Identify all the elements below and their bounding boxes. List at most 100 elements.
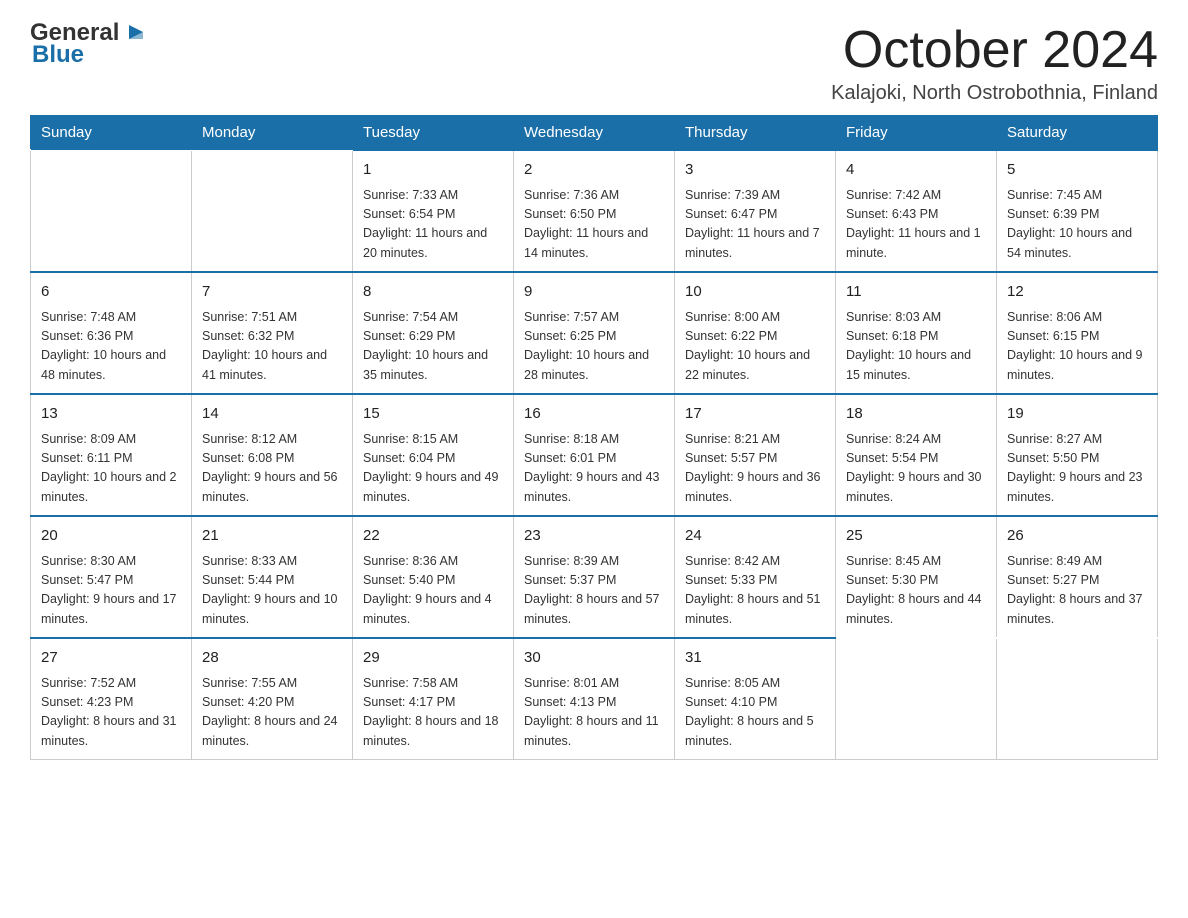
calendar-cell (997, 638, 1158, 760)
day-info: Sunrise: 8:05 AMSunset: 4:10 PMDaylight:… (685, 674, 825, 752)
day-info: Sunrise: 7:55 AMSunset: 4:20 PMDaylight:… (202, 674, 342, 752)
calendar-cell: 15 Sunrise: 8:15 AMSunset: 6:04 PMDayligh… (353, 394, 514, 516)
calendar-cell: 26Sunrise: 8:49 AMSunset: 5:27 PMDayligh… (997, 516, 1158, 638)
page-header: General Blue October 2024 Kalajoki, Nort… (30, 20, 1158, 105)
calendar-cell: 10 Sunrise: 8:00 AMSunset: 6:22 PMDayligh… (675, 272, 836, 394)
day-number: 6 (41, 281, 181, 304)
day-info: Sunrise: 8:12 AMSunset: 6:08 PMDaylight:… (202, 430, 342, 508)
calendar-cell (192, 150, 353, 272)
day-number: 2 (524, 159, 664, 182)
logo-icon (121, 19, 147, 45)
day-info: Sunrise: 8:45 AMSunset: 5:30 PMDaylight:… (846, 552, 986, 630)
day-number: 14 (202, 403, 342, 426)
day-number: 17 (685, 403, 825, 426)
day-info: Sunrise: 8:27 AMSunset: 5:50 PMDaylight:… (1007, 430, 1147, 508)
calendar-cell: 22 Sunrise: 8:36 AMSunset: 5:40 PMDayligh… (353, 516, 514, 638)
day-info: Sunrise: 7:45 AMSunset: 6:39 PMDaylight:… (1007, 186, 1147, 264)
calendar-cell: 23Sunrise: 8:39 AMSunset: 5:37 PMDayligh… (514, 516, 675, 638)
day-info: Sunrise: 7:33 AMSunset: 6:54 PMDaylight:… (363, 186, 503, 264)
column-header-monday: Monday (192, 116, 353, 151)
calendar-header-row: SundayMondayTuesdayWednesdayThursdayFrid… (31, 116, 1158, 151)
day-number: 22 (363, 525, 503, 548)
day-number: 7 (202, 281, 342, 304)
day-info: Sunrise: 7:51 AMSunset: 6:32 PMDaylight:… (202, 308, 342, 386)
day-info: Sunrise: 7:48 AMSunset: 6:36 PMDaylight:… (41, 308, 181, 386)
day-info: Sunrise: 7:54 AMSunset: 6:29 PMDaylight:… (363, 308, 503, 386)
day-info: Sunrise: 7:36 AMSunset: 6:50 PMDaylight:… (524, 186, 664, 264)
month-title: October 2024 (831, 20, 1158, 80)
day-number: 16 (524, 403, 664, 426)
calendar-cell: 12Sunrise: 8:06 AMSunset: 6:15 PMDayligh… (997, 272, 1158, 394)
calendar-cell: 17 Sunrise: 8:21 AMSunset: 5:57 PMDayligh… (675, 394, 836, 516)
day-number: 15 (363, 403, 503, 426)
week-row-2: 6 Sunrise: 7:48 AMSunset: 6:36 PMDaylight… (31, 272, 1158, 394)
title-section: October 2024 Kalajoki, North Ostrobothni… (831, 20, 1158, 105)
day-number: 28 (202, 647, 342, 670)
day-info: Sunrise: 8:00 AMSunset: 6:22 PMDaylight:… (685, 308, 825, 386)
day-number: 11 (846, 281, 986, 304)
calendar-cell: 24Sunrise: 8:42 AMSunset: 5:33 PMDayligh… (675, 516, 836, 638)
day-info: Sunrise: 8:42 AMSunset: 5:33 PMDaylight:… (685, 552, 825, 630)
day-info: Sunrise: 8:06 AMSunset: 6:15 PMDaylight:… (1007, 308, 1147, 386)
calendar-cell: 3 Sunrise: 7:39 AMSunset: 6:47 PMDaylight… (675, 150, 836, 272)
calendar-cell: 19 Sunrise: 8:27 AMSunset: 5:50 PMDayligh… (997, 394, 1158, 516)
day-info: Sunrise: 8:15 AMSunset: 6:04 PMDaylight:… (363, 430, 503, 508)
day-number: 1 (363, 159, 503, 182)
day-info: Sunrise: 8:33 AMSunset: 5:44 PMDaylight:… (202, 552, 342, 630)
day-number: 26 (1007, 525, 1147, 548)
day-number: 19 (1007, 403, 1147, 426)
calendar-cell: 25Sunrise: 8:45 AMSunset: 5:30 PMDayligh… (836, 516, 997, 638)
calendar-cell (31, 150, 192, 272)
day-number: 31 (685, 647, 825, 670)
calendar-cell: 2 Sunrise: 7:36 AMSunset: 6:50 PMDaylight… (514, 150, 675, 272)
calendar-cell: 28 Sunrise: 7:55 AMSunset: 4:20 PMDayligh… (192, 638, 353, 760)
day-info: Sunrise: 8:18 AMSunset: 6:01 PMDaylight:… (524, 430, 664, 508)
day-number: 21 (202, 525, 342, 548)
day-info: Sunrise: 8:39 AMSunset: 5:37 PMDaylight:… (524, 552, 664, 630)
calendar-cell: 6 Sunrise: 7:48 AMSunset: 6:36 PMDaylight… (31, 272, 192, 394)
column-header-saturday: Saturday (997, 116, 1158, 151)
calendar-cell: 13Sunrise: 8:09 AMSunset: 6:11 PMDayligh… (31, 394, 192, 516)
calendar-cell (836, 638, 997, 760)
calendar-cell: 20 Sunrise: 8:30 AMSunset: 5:47 PMDayligh… (31, 516, 192, 638)
calendar-cell: 16 Sunrise: 8:18 AMSunset: 6:01 PMDayligh… (514, 394, 675, 516)
day-number: 10 (685, 281, 825, 304)
day-number: 5 (1007, 159, 1147, 182)
day-info: Sunrise: 8:03 AMSunset: 6:18 PMDaylight:… (846, 308, 986, 386)
day-number: 29 (363, 647, 503, 670)
day-info: Sunrise: 7:58 AMSunset: 4:17 PMDaylight:… (363, 674, 503, 752)
logo: General Blue (30, 20, 147, 69)
calendar-cell: 30Sunrise: 8:01 AMSunset: 4:13 PMDayligh… (514, 638, 675, 760)
calendar-cell: 8 Sunrise: 7:54 AMSunset: 6:29 PMDaylight… (353, 272, 514, 394)
day-info: Sunrise: 8:36 AMSunset: 5:40 PMDaylight:… (363, 552, 503, 630)
week-row-3: 13Sunrise: 8:09 AMSunset: 6:11 PMDayligh… (31, 394, 1158, 516)
calendar-cell: 31 Sunrise: 8:05 AMSunset: 4:10 PMDayligh… (675, 638, 836, 760)
calendar-cell: 29 Sunrise: 7:58 AMSunset: 4:17 PMDayligh… (353, 638, 514, 760)
day-info: Sunrise: 7:42 AMSunset: 6:43 PMDaylight:… (846, 186, 986, 264)
calendar-cell: 18Sunrise: 8:24 AMSunset: 5:54 PMDayligh… (836, 394, 997, 516)
column-header-friday: Friday (836, 116, 997, 151)
calendar-table: SundayMondayTuesdayWednesdayThursdayFrid… (30, 115, 1158, 760)
day-info: Sunrise: 8:30 AMSunset: 5:47 PMDaylight:… (41, 552, 181, 630)
location-subtitle: Kalajoki, North Ostrobothnia, Finland (831, 82, 1158, 105)
calendar-cell: 11 Sunrise: 8:03 AMSunset: 6:18 PMDayligh… (836, 272, 997, 394)
logo-blue-text: Blue (32, 42, 84, 68)
day-number: 3 (685, 159, 825, 182)
calendar-cell: 9Sunrise: 7:57 AMSunset: 6:25 PMDaylight… (514, 272, 675, 394)
day-info: Sunrise: 8:09 AMSunset: 6:11 PMDaylight:… (41, 430, 181, 508)
column-header-thursday: Thursday (675, 116, 836, 151)
calendar-cell: 1 Sunrise: 7:33 AMSunset: 6:54 PMDaylight… (353, 150, 514, 272)
column-header-sunday: Sunday (31, 116, 192, 151)
calendar-cell: 14 Sunrise: 8:12 AMSunset: 6:08 PMDayligh… (192, 394, 353, 516)
day-info: Sunrise: 7:39 AMSunset: 6:47 PMDaylight:… (685, 186, 825, 264)
day-number: 9 (524, 281, 664, 304)
day-number: 20 (41, 525, 181, 548)
day-number: 4 (846, 159, 986, 182)
day-number: 27 (41, 647, 181, 670)
week-row-4: 20 Sunrise: 8:30 AMSunset: 5:47 PMDayligh… (31, 516, 1158, 638)
calendar-cell: 7 Sunrise: 7:51 AMSunset: 6:32 PMDaylight… (192, 272, 353, 394)
day-info: Sunrise: 8:21 AMSunset: 5:57 PMDaylight:… (685, 430, 825, 508)
calendar-cell: 4 Sunrise: 7:42 AMSunset: 6:43 PMDaylight… (836, 150, 997, 272)
day-number: 8 (363, 281, 503, 304)
day-number: 18 (846, 403, 986, 426)
